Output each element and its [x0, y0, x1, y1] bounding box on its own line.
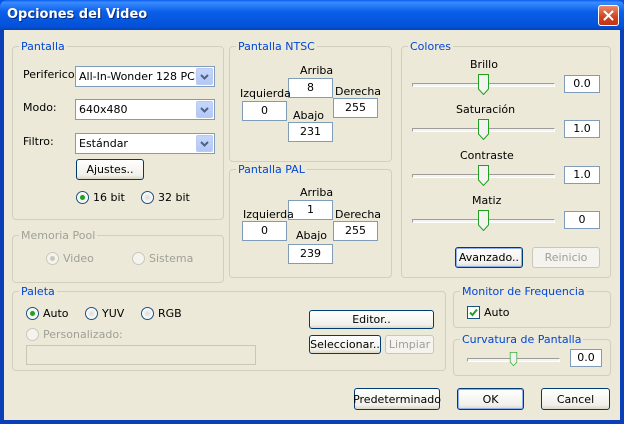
group-monitor-legend: Monitor de Frequencia	[460, 285, 587, 298]
curvatura-slider-thumb[interactable]	[509, 352, 518, 366]
monitor-auto-checkbox[interactable]	[467, 306, 480, 319]
sistema-label: Sistema	[149, 252, 194, 265]
editor-button[interactable]: Editor..	[309, 310, 434, 329]
curvatura-value: 0.0	[570, 349, 602, 367]
pal-abajo-label: Abajo	[296, 229, 328, 242]
group-colores-legend: Colores	[408, 40, 453, 53]
seleccionar-button[interactable]: Seleccionar..	[309, 335, 381, 354]
group-memoria-pool: Memoria Pool Video Sistema	[12, 229, 224, 283]
group-memoria-pool-legend: Memoria Pool	[19, 229, 98, 242]
pal-abajo-input[interactable]: 239	[288, 244, 333, 264]
group-paleta-legend: Paleta	[19, 285, 57, 298]
contraste-label: Contraste	[460, 149, 514, 162]
group-curvatura-pantalla: Curvatura de Pantalla 0.0	[453, 333, 611, 376]
paleta-auto-radio[interactable]	[26, 307, 39, 320]
sistema-radio[interactable]	[132, 252, 145, 265]
close-icon	[603, 10, 614, 21]
limpiar-button[interactable]: Limpiar	[385, 335, 434, 354]
brillo-label: Brillo	[470, 58, 498, 71]
pal-izquierda-input[interactable]: 0	[242, 221, 287, 241]
reinicio-button[interactable]: Reinicio	[532, 247, 600, 268]
cancel-button[interactable]: Cancel	[541, 388, 610, 410]
periferico-label: Periferico:	[23, 68, 79, 81]
bit16-radio[interactable]	[76, 191, 89, 204]
saturacion-label: Saturación	[456, 103, 516, 116]
pal-derecha-input[interactable]: 255	[333, 221, 378, 241]
paleta-auto-label: Auto	[43, 307, 69, 320]
dialog-window: Opciones del Video Pantalla Periferico: …	[0, 0, 624, 424]
pal-arriba-label: Arriba	[300, 186, 334, 199]
ntsc-abajo-input[interactable]: 231	[288, 122, 333, 142]
matiz-slider-thumb[interactable]	[478, 210, 489, 231]
personalizado-label: Personalizado:	[43, 328, 123, 341]
modo-label: Modo:	[23, 101, 57, 114]
group-paleta: Paleta Auto YUV RGB Personalizado: Edito…	[12, 285, 446, 371]
brillo-slider-thumb[interactable]	[478, 74, 489, 95]
bit32-radio[interactable]	[141, 191, 154, 204]
checkmark-icon	[469, 308, 478, 317]
ntsc-arriba-label: Arriba	[300, 64, 334, 77]
saturacion-slider-thumb[interactable]	[478, 119, 489, 140]
dialog-client-area: Pantalla Periferico: All-In-Wonder 128 P…	[4, 30, 620, 420]
paleta-rgb-label: RGB	[158, 307, 182, 320]
filtro-value: Estándar	[79, 137, 128, 150]
ntsc-derecha-input[interactable]: 255	[333, 98, 378, 118]
ajustes-button[interactable]: Ajustes..	[76, 159, 144, 180]
group-ntsc-legend: Pantalla NTSC	[236, 40, 317, 53]
pal-arriba-input[interactable]: 1	[288, 200, 333, 220]
group-monitor-frequencia: Monitor de Frequencia Auto	[453, 285, 611, 328]
ntsc-izquierda-input[interactable]: 0	[242, 101, 287, 121]
paleta-yuv-radio[interactable]	[85, 307, 98, 320]
chevron-down-icon[interactable]	[196, 101, 213, 118]
filtro-label: Filtro:	[23, 135, 54, 148]
paleta-rgb-radio[interactable]	[141, 307, 154, 320]
ntsc-abajo-label: Abajo	[293, 109, 325, 122]
chevron-down-icon[interactable]	[196, 135, 213, 152]
pal-izquierda-label: Izquierda	[243, 208, 294, 221]
group-pantalla: Pantalla Periferico: All-In-Wonder 128 P…	[12, 40, 224, 220]
group-pantalla-legend: Pantalla	[19, 40, 67, 53]
ntsc-derecha-label: Derecha	[335, 85, 382, 98]
monitor-auto-label: Auto	[484, 306, 510, 319]
group-pantalla-pal: Pantalla PAL Arriba 1 Izquierda 0 Derech…	[229, 163, 392, 278]
group-colores: Colores Brillo 0.0 Saturación 1.0 Contra…	[401, 40, 611, 278]
group-curvatura-legend: Curvatura de Pantalla	[460, 333, 584, 346]
personalizado-input[interactable]	[26, 345, 256, 365]
brillo-value: 0.0	[564, 75, 600, 93]
group-pantalla-ntsc: Pantalla NTSC Arriba 8 Izquierda 0 Derec…	[229, 40, 392, 162]
chevron-down-icon[interactable]	[196, 68, 213, 85]
modo-value: 640x480	[79, 103, 128, 116]
contraste-value: 1.0	[564, 166, 600, 184]
ok-button[interactable]: OK	[457, 388, 524, 410]
bit32-label: 32 bit	[158, 191, 190, 204]
personalizado-radio[interactable]	[26, 328, 39, 341]
filtro-select[interactable]: Estándar	[75, 133, 215, 154]
modo-select[interactable]: 640x480	[75, 99, 215, 120]
ntsc-izquierda-label: Izquierda	[240, 87, 291, 100]
periferico-select[interactable]: All-In-Wonder 128 PCI	[75, 66, 215, 87]
group-pal-legend: Pantalla PAL	[236, 163, 307, 176]
avanzado-button[interactable]: Avanzado..	[455, 247, 523, 268]
saturacion-value: 1.0	[564, 120, 600, 138]
matiz-label: Matiz	[472, 194, 502, 207]
periferico-value: All-In-Wonder 128 PCI	[79, 70, 199, 83]
video-label: Video	[63, 252, 94, 265]
close-button[interactable]	[598, 5, 619, 26]
title-bar[interactable]: Opciones del Video	[0, 0, 624, 30]
bit16-label: 16 bit	[93, 191, 125, 204]
ntsc-arriba-input[interactable]: 8	[288, 78, 333, 98]
contraste-slider-thumb[interactable]	[478, 165, 489, 186]
matiz-value: 0	[564, 211, 600, 229]
predeterminado-button[interactable]: Predeterminado	[353, 388, 441, 410]
video-radio[interactable]	[46, 252, 59, 265]
paleta-yuv-label: YUV	[102, 307, 125, 320]
pal-derecha-label: Derecha	[335, 208, 382, 221]
window-title: Opciones del Video	[7, 7, 148, 22]
